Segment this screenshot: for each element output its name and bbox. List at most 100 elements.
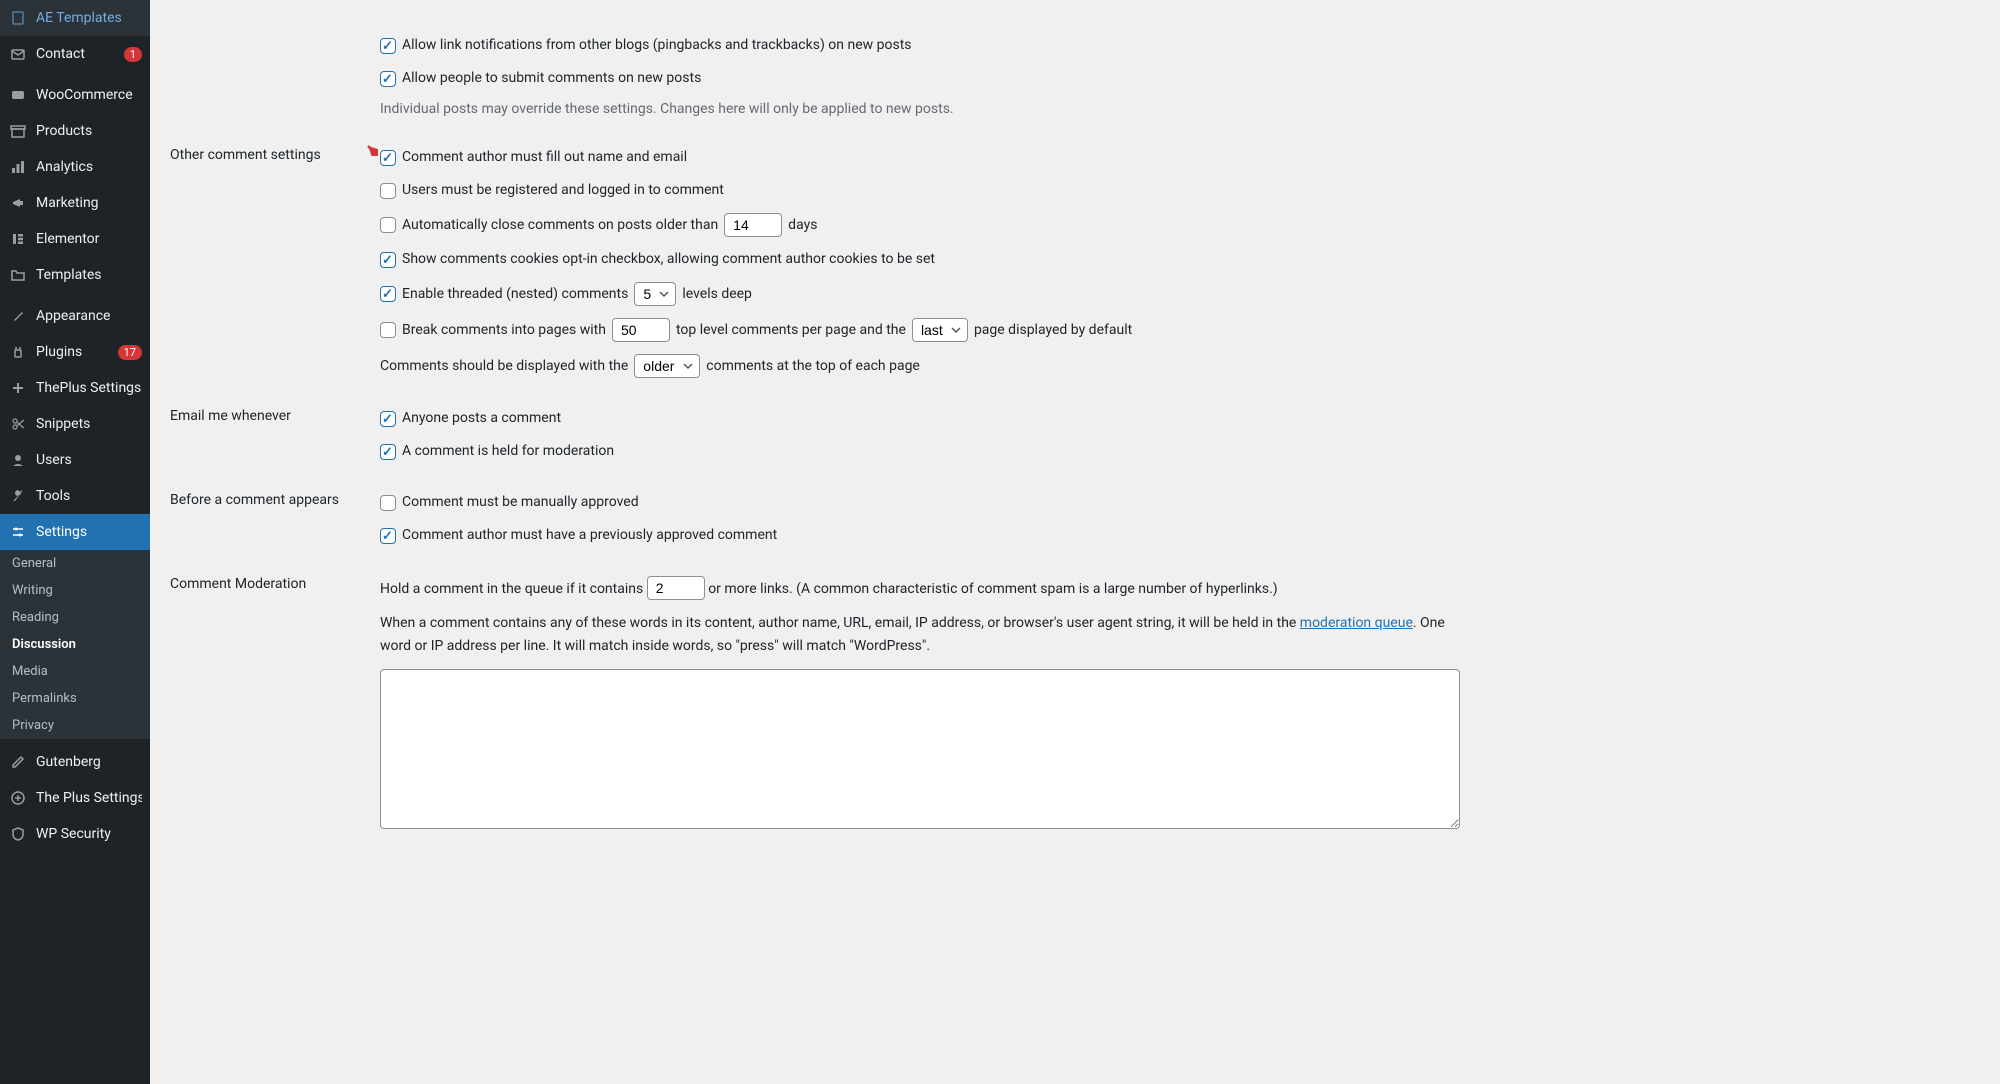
- allow-comments-checkbox[interactable]: [380, 71, 396, 87]
- email-anyone-checkbox[interactable]: [380, 411, 396, 427]
- moderation-queue-link[interactable]: moderation queue: [1300, 615, 1413, 631]
- default-page-select[interactable]: last: [912, 318, 968, 342]
- scissors-icon: [8, 414, 28, 434]
- megaphone-icon: [8, 193, 28, 213]
- sidebar-item-plugins[interactable]: Plugins17: [0, 334, 150, 370]
- user-icon: [8, 450, 28, 470]
- order-pre-label: Comments should be displayed with the: [380, 356, 628, 377]
- file-icon: [8, 8, 28, 28]
- sidebar-item-label: Contact: [36, 46, 120, 62]
- sidebar-item-label: Tools: [36, 488, 142, 504]
- admin-sidebar: AE Templates Contact 1 WooCommerce Products A…: [0, 0, 150, 1084]
- pingback-checkbox[interactable]: [380, 38, 396, 54]
- registered-users-checkbox[interactable]: [380, 183, 396, 199]
- paginate-pre-label: Break comments into pages with: [402, 320, 606, 341]
- moderation-links-input[interactable]: [647, 576, 705, 600]
- archive-icon: [8, 121, 28, 141]
- sidebar-item-label: Products: [36, 123, 142, 139]
- threaded-checkbox[interactable]: [380, 286, 396, 302]
- moderation-keys-textarea[interactable]: [380, 669, 1460, 829]
- allow-comments-label: Allow people to submit comments on new p…: [402, 68, 701, 89]
- auto-close-days-input[interactable]: [724, 213, 782, 237]
- chart-icon: [8, 157, 28, 177]
- moderation-heading: Comment Moderation: [170, 561, 370, 848]
- sidebar-item-analytics[interactable]: Analytics: [0, 149, 150, 185]
- sidebar-item-label: Appearance: [36, 308, 142, 324]
- submenu-item-reading[interactable]: Reading: [0, 604, 150, 631]
- brush-icon: [8, 306, 28, 326]
- cookies-optin-checkbox[interactable]: [380, 252, 396, 268]
- comments-per-page-input[interactable]: [612, 318, 670, 342]
- sidebar-item-ae-templates[interactable]: AE Templates: [0, 0, 150, 36]
- woo-icon: [8, 85, 28, 105]
- submenu-item-media[interactable]: Media: [0, 658, 150, 685]
- badge: 1: [124, 47, 142, 62]
- submenu-item-general[interactable]: General: [0, 550, 150, 577]
- sidebar-item-wpsecurity[interactable]: WP Security: [0, 816, 150, 852]
- sidebar-item-products[interactable]: Products: [0, 113, 150, 149]
- sidebar-item-users[interactable]: Users: [0, 442, 150, 478]
- registered-users-label: Users must be registered and logged in t…: [402, 180, 724, 201]
- other-comment-heading: Other comment settings: [170, 132, 370, 393]
- sidebar-item-label: Settings: [36, 524, 142, 540]
- sidebar-item-theplus[interactable]: ThePlus Settings: [0, 370, 150, 406]
- submenu-item-permalinks[interactable]: Permalinks: [0, 685, 150, 712]
- sidebar-item-label: Snippets: [36, 416, 142, 432]
- sidebar-item-label: Gutenberg: [36, 754, 142, 770]
- sidebar-item-label: Elementor: [36, 231, 142, 247]
- prev-approved-label: Comment author must have a previously ap…: [402, 525, 777, 546]
- sidebar-item-theplus2[interactable]: The Plus Settings: [0, 780, 150, 816]
- paginate-checkbox[interactable]: [380, 322, 396, 338]
- auto-close-post-label: days: [788, 215, 817, 236]
- mail-icon: [8, 44, 28, 64]
- cookies-optin-label: Show comments cookies opt-in checkbox, a…: [402, 249, 935, 270]
- prev-approved-checkbox[interactable]: [380, 528, 396, 544]
- shield-icon: [8, 824, 28, 844]
- email-heading: Email me whenever: [170, 393, 370, 477]
- sidebar-item-label: WP Security: [36, 826, 142, 842]
- sidebar-item-contact[interactable]: Contact 1: [0, 36, 150, 72]
- paginate-mid-label: top level comments per page and the: [676, 320, 906, 341]
- pencil-icon: [8, 752, 28, 772]
- sidebar-item-label: Users: [36, 452, 142, 468]
- author-name-email-checkbox[interactable]: [380, 150, 396, 166]
- elementor-icon: [8, 229, 28, 249]
- folder-icon: [8, 265, 28, 285]
- sidebar-item-tools[interactable]: Tools: [0, 478, 150, 514]
- sidebar-item-label: ThePlus Settings: [36, 380, 142, 396]
- sidebar-item-marketing[interactable]: Marketing: [0, 185, 150, 221]
- sidebar-item-templates[interactable]: Templates: [0, 257, 150, 293]
- before-heading: Before a comment appears: [170, 477, 370, 561]
- paginate-post-label: page displayed by default: [974, 320, 1132, 341]
- moderation-links-pre: Hold a comment in the queue if it contai…: [380, 581, 643, 597]
- default-post-desc: Individual posts may override these sett…: [380, 101, 1970, 117]
- sidebar-item-label: Marketing: [36, 195, 142, 211]
- sidebar-item-gutenberg[interactable]: Gutenberg: [0, 744, 150, 780]
- comment-order-select[interactable]: older: [634, 354, 700, 378]
- sidebar-item-label: Templates: [36, 267, 142, 283]
- threaded-levels-select[interactable]: 5: [634, 282, 676, 306]
- manual-approve-checkbox[interactable]: [380, 495, 396, 511]
- sidebar-item-label: WooCommerce: [36, 87, 142, 103]
- email-held-label: A comment is held for moderation: [402, 441, 614, 462]
- sliders-icon: [8, 522, 28, 542]
- sidebar-item-snippets[interactable]: Snippets: [0, 406, 150, 442]
- sidebar-item-label: AE Templates: [36, 10, 142, 26]
- email-held-checkbox[interactable]: [380, 444, 396, 460]
- plus2-icon: [8, 788, 28, 808]
- sidebar-item-label: Plugins: [36, 344, 114, 360]
- sidebar-item-woocommerce[interactable]: WooCommerce: [0, 77, 150, 113]
- plus-icon: [8, 378, 28, 398]
- submenu-item-privacy[interactable]: Privacy: [0, 712, 150, 739]
- manual-approve-label: Comment must be manually approved: [402, 492, 639, 513]
- author-name-email-label: Comment author must fill out name and em…: [402, 147, 687, 168]
- order-post-label: comments at the top of each page: [706, 356, 920, 377]
- moderation-words-pre: When a comment contains any of these wor…: [380, 615, 1300, 631]
- wrench-icon: [8, 486, 28, 506]
- auto-close-checkbox[interactable]: [380, 217, 396, 233]
- sidebar-item-settings[interactable]: Settings: [0, 514, 150, 550]
- submenu-item-writing[interactable]: Writing: [0, 577, 150, 604]
- sidebar-item-elementor[interactable]: Elementor: [0, 221, 150, 257]
- submenu-item-discussion[interactable]: Discussion: [0, 631, 150, 658]
- sidebar-item-appearance[interactable]: Appearance: [0, 298, 150, 334]
